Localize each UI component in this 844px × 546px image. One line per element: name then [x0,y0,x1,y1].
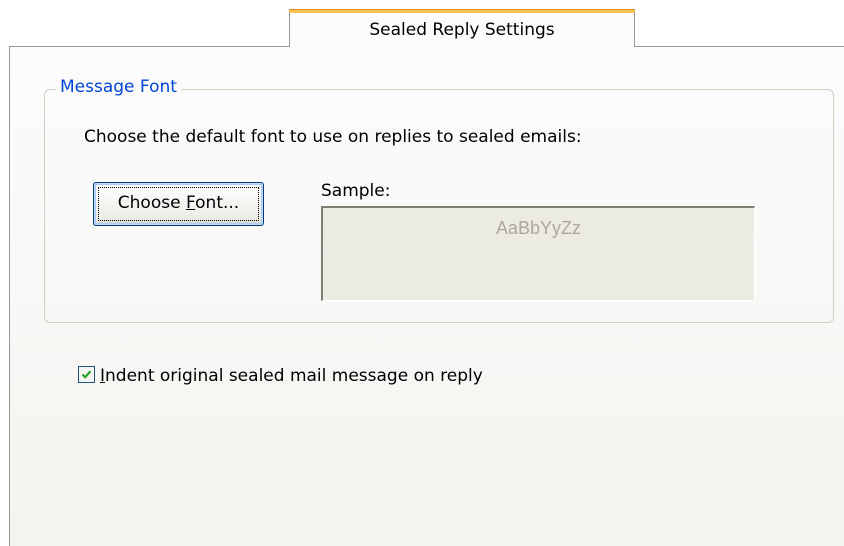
font-description: Choose the default font to use on replie… [84,127,582,147]
tab-highlight [289,9,635,13]
font-sample-box: AaBbYyZz [321,206,755,301]
indent-checkbox[interactable] [78,366,95,383]
choose-font-button[interactable]: Choose Font... [93,182,264,226]
tab-join [290,45,634,47]
choose-font-label: Choose Font... [117,193,240,213]
checkmark-icon [81,370,92,379]
group-legend: Message Font [56,77,181,97]
tab-label: Sealed Reply Settings [369,20,555,40]
sample-text: AaBbYyZz [495,218,582,238]
indent-checkbox-label[interactable]: Indent original sealed mail message on r… [100,366,483,386]
sample-label: Sample: [321,181,391,201]
tab-sealed-reply-settings[interactable]: Sealed Reply Settings [289,9,635,47]
